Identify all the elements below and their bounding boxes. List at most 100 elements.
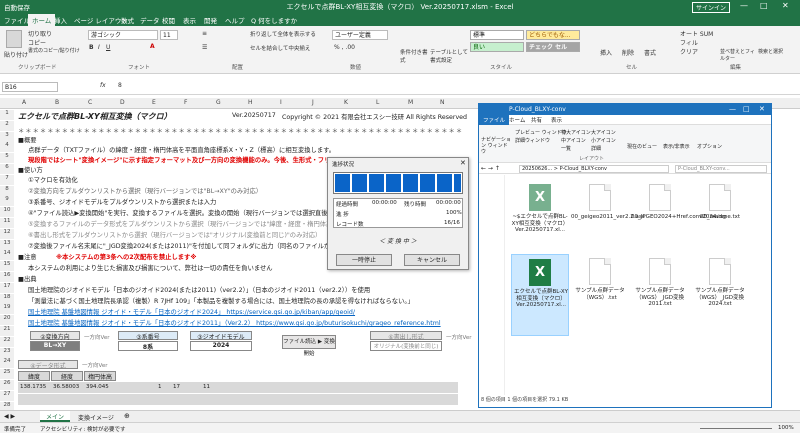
tab-home[interactable]: ホーム (28, 14, 56, 26)
row-number[interactable]: 3 (0, 131, 14, 142)
col-header[interactable]: F (184, 99, 187, 106)
style-standard[interactable]: 標準 (470, 30, 524, 40)
row-number[interactable]: 12 (0, 228, 14, 239)
col-header[interactable]: M (408, 99, 413, 106)
fx-icon[interactable]: fx (100, 82, 106, 89)
file-item[interactable]: サンプル点群データ（WGS）_JGD変換2011.txt (631, 254, 689, 334)
number-format-box[interactable]: ユーザー定義 (332, 30, 388, 40)
minimize-icon[interactable]: — (740, 1, 748, 10)
file-item[interactable]: 00_geigeo2011_ver2.2.asc (571, 182, 645, 262)
tab-review[interactable]: 校閲 (162, 15, 175, 25)
maximize-icon[interactable]: □ (760, 1, 768, 10)
file-item[interactable]: 00_JPGEO2024+Href.conv2024.isg (631, 182, 726, 262)
output-select[interactable]: オリジナル(変換前と同じ) (370, 341, 442, 351)
explorer-search[interactable]: P-Cloud_BLXY-conv... (675, 165, 767, 173)
zoom-level[interactable]: 100% (778, 425, 794, 431)
paste-icon[interactable] (6, 30, 22, 48)
accessibility-status[interactable]: アクセシビリティ: 検討が必要です (40, 425, 126, 433)
cut-button[interactable]: 切り取り (28, 29, 52, 38)
file-item[interactable]: X ~$エクセルで点群BL-XY相互変換（マクロ）Ver.20250717.xl… (511, 182, 569, 262)
row-number[interactable]: 9 (0, 196, 14, 207)
conditional-format-button[interactable]: 条件付き書式 (400, 48, 430, 64)
col-header[interactable]: N (440, 99, 445, 106)
clear-button[interactable]: クリア (680, 47, 698, 56)
file-item-selected[interactable]: X エクセルで点群BL-XY相互変換（マクロ）Ver.20250717.xl..… (511, 254, 569, 336)
explorer-maximize-icon[interactable]: □ (743, 105, 750, 113)
tell-me-search[interactable]: Q 何をしますか (251, 15, 297, 25)
data-row-27[interactable]: 138.1735 36.58003 394.045 1 17 11 (18, 382, 458, 393)
format-cells-button[interactable]: 書式 (644, 48, 656, 57)
add-sheet-icon[interactable]: ⊕ (124, 412, 130, 420)
tab-developer[interactable]: 開発 (204, 15, 217, 25)
col-header[interactable]: H (248, 99, 253, 106)
row-number[interactable]: 4 (0, 142, 14, 153)
pause-button[interactable]: 一時停止 (336, 254, 392, 266)
fill-button[interactable]: フィル (680, 38, 698, 47)
row-number[interactable]: 10 (0, 207, 14, 218)
explorer-minimize-icon[interactable]: — (729, 105, 736, 113)
layout-details[interactable]: 詳細 (591, 145, 601, 152)
cell-lon[interactable]: 36.58003 (53, 384, 79, 390)
col-header[interactable]: A (22, 99, 26, 106)
zoom-slider[interactable] (700, 428, 772, 429)
wrap-text-button[interactable]: 折り返して全体を表示する (250, 30, 316, 38)
col-header[interactable]: C (88, 99, 92, 106)
file-item[interactable]: サンプル点群データ（WGS）.txt (571, 254, 629, 334)
row-number[interactable]: 25 (0, 369, 14, 380)
tab-insert[interactable]: 挿入 (54, 15, 67, 25)
format-as-table-button[interactable]: テーブルとして書式設定 (430, 48, 470, 64)
geoid-select[interactable]: 2024 (190, 341, 252, 351)
row-number[interactable]: 16 (0, 272, 14, 282)
current-view-button[interactable]: 現在のビュー (627, 143, 657, 150)
formula-input[interactable]: 8 (118, 82, 122, 89)
file-item[interactable]: 00_readme.txt (691, 182, 749, 262)
cell-value[interactable]: 11 (203, 384, 210, 390)
explorer-tab-home[interactable]: ホーム (509, 116, 525, 124)
col-header[interactable]: J (312, 99, 314, 106)
source-link-2024[interactable]: 国土地理院 基盤地図情報 ジオイド・モデル「日本のジオイド2024」 https… (28, 307, 355, 316)
insert-cells-button[interactable]: 挿入 (600, 48, 612, 57)
row-number[interactable]: 7 (0, 174, 14, 185)
data-row-28[interactable] (18, 394, 458, 405)
nav-pane[interactable] (479, 175, 505, 395)
explorer-tab-share[interactable]: 共有 (531, 116, 542, 124)
sort-filter-button[interactable]: 並べ替えとフィルター (720, 48, 756, 62)
row-number[interactable]: 1 (0, 110, 14, 120)
sheet-tab-main[interactable]: メイン (40, 411, 71, 422)
delete-cells-button[interactable]: 削除 (622, 48, 634, 57)
col-header[interactable]: B (55, 99, 59, 106)
find-select-button[interactable]: 検索と選択 (758, 48, 788, 55)
nav-pane-button[interactable]: ナビゲーション ウィンドウ (481, 137, 511, 155)
explorer-tab-file[interactable]: ファイル (479, 115, 510, 125)
zone-select[interactable]: 8系 (118, 341, 178, 351)
signin-button[interactable]: サインイン (692, 2, 731, 13)
row-number[interactable]: 23 (0, 347, 14, 358)
row-number[interactable]: 6 (0, 164, 14, 174)
copy-button[interactable]: コピー (28, 38, 46, 47)
bold-icon[interactable]: B (89, 44, 94, 51)
tab-data[interactable]: データ (140, 15, 160, 25)
row-number[interactable]: 13 (0, 239, 14, 250)
align-top-icon[interactable]: ≡ (202, 30, 207, 37)
back-icon[interactable]: ← → ↑ (481, 165, 500, 172)
layout-xl-icons[interactable]: 特大アイコン (561, 129, 591, 136)
tab-formulas[interactable]: 数式 (121, 15, 134, 25)
autosum-button[interactable]: オート SUM (680, 29, 713, 38)
col-header[interactable]: G (216, 99, 221, 106)
row-number[interactable]: 15 (0, 261, 14, 272)
row-number[interactable]: 11 (0, 218, 14, 228)
number-format-icons[interactable]: % , .00 (334, 44, 355, 51)
close-icon[interactable]: ✕ (782, 1, 789, 10)
tab-view[interactable]: 表示 (183, 15, 196, 25)
options-button[interactable]: オプション (697, 143, 722, 150)
style-check-cell[interactable]: チェック セル (526, 42, 580, 52)
dialog-close-icon[interactable]: ✕ (460, 159, 466, 167)
row-number[interactable]: 24 (0, 358, 14, 369)
font-color-icon[interactable]: A (150, 43, 155, 50)
layout-l-icons[interactable]: 大アイコン (591, 129, 616, 136)
row-number[interactable]: 18 (0, 293, 14, 304)
col-header[interactable]: E (152, 99, 156, 106)
row-number[interactable]: 20 (0, 315, 14, 326)
details-pane-button[interactable]: 詳細ウィンドウ (515, 137, 550, 144)
font-name-box[interactable]: 游ゴシック (88, 30, 158, 40)
